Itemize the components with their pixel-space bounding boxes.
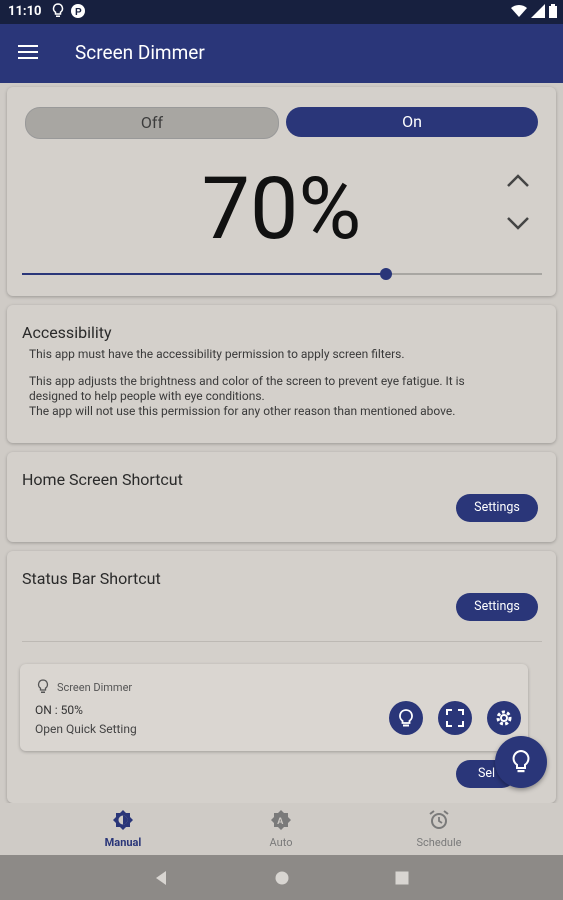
notification-settings-button[interactable] [487, 701, 521, 735]
home-shortcut-settings-button[interactable]: Settings [456, 494, 538, 522]
app-bar: Screen Dimmer [0, 24, 563, 83]
chevron-down-icon[interactable] [503, 211, 533, 235]
svg-text:A: A [277, 816, 284, 826]
recents-icon[interactable] [395, 871, 409, 885]
notification-preview: Screen Dimmer ON : 50% Open Quick Settin… [20, 664, 528, 751]
auto-brightness-icon: A [271, 810, 291, 830]
parking-status-icon: P [71, 4, 85, 18]
chevron-up-icon[interactable] [503, 169, 533, 193]
fab-lightbulb-button[interactable] [495, 736, 547, 788]
lightbulb-icon [512, 749, 530, 773]
dim-slider-thumb[interactable] [380, 268, 392, 280]
dim-slider[interactable] [22, 268, 542, 280]
nav-schedule-label: Schedule [416, 836, 462, 849]
nav-schedule[interactable]: Schedule [379, 809, 499, 849]
accessibility-text-2: This app adjusts the brightness and colo… [29, 374, 465, 388]
brightness-icon [113, 810, 133, 830]
home-icon[interactable] [275, 871, 289, 885]
home-shortcut-card: Home Screen Shortcut Settings [7, 452, 556, 542]
app-title: Screen Dimmer [75, 41, 205, 64]
fullscreen-icon [446, 709, 464, 727]
lightbulb-status-icon [52, 3, 64, 17]
wifi-icon [511, 4, 527, 18]
accessibility-text-3: designed to help people with eye conditi… [29, 389, 265, 403]
divider [22, 641, 542, 642]
dimmer-card: Off On 70% [7, 87, 556, 296]
nav-auto[interactable]: A Auto [221, 809, 341, 849]
status-bar: 11:10 P [0, 0, 563, 24]
accessibility-text-1: This app must have the accessibility per… [29, 347, 405, 361]
bottom-navigation: Manual A Auto Schedule [0, 803, 563, 855]
back-icon[interactable] [154, 870, 168, 886]
signal-icon [531, 4, 545, 18]
dim-percent-value: 70% [201, 158, 362, 259]
lightbulb-icon [399, 709, 413, 727]
menu-icon[interactable] [16, 41, 40, 65]
notification-lightbulb-button[interactable] [389, 701, 423, 735]
home-shortcut-title: Home Screen Shortcut [22, 470, 183, 489]
notification-app-name: Screen Dimmer [57, 681, 133, 694]
gear-icon [496, 710, 512, 726]
notification-subtext: Open Quick Setting [35, 722, 137, 736]
notification-fullscreen-button[interactable] [438, 701, 472, 735]
status-time: 11:10 [8, 4, 42, 19]
notification-status: ON : 50% [35, 703, 83, 717]
accessibility-text-4: The app will not use this permission for… [29, 404, 456, 418]
off-toggle-button[interactable]: Off [25, 107, 279, 139]
svg-text:P: P [75, 7, 82, 18]
nav-manual[interactable]: Manual [63, 809, 183, 849]
status-shortcut-settings-button[interactable]: Settings [456, 593, 538, 621]
system-navigation-bar [0, 855, 563, 900]
accessibility-card: Accessibility This app must have the acc… [7, 305, 556, 443]
on-toggle-button[interactable]: On [286, 107, 538, 137]
nav-manual-label: Manual [104, 836, 142, 849]
accessibility-title: Accessibility [22, 323, 112, 342]
alarm-clock-icon [429, 810, 449, 829]
lightbulb-icon [37, 679, 49, 693]
nav-auto-label: Auto [269, 836, 293, 849]
battery-icon [549, 4, 557, 18]
status-shortcut-title: Status Bar Shortcut [22, 569, 161, 588]
dim-slider-fill [22, 273, 386, 275]
